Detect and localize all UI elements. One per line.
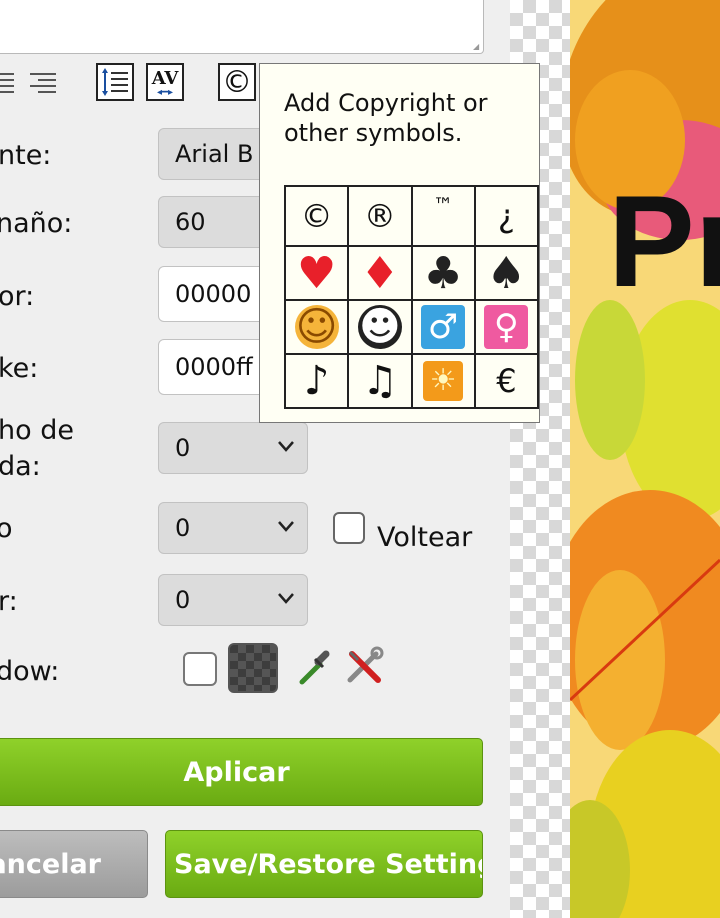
symbol-registered-glyph: ® (363, 197, 396, 235)
symbol-smiley[interactable]: ☺ (283, 299, 350, 355)
line-height-icon[interactable] (96, 63, 134, 101)
symbol-black-smiley[interactable]: ☻ (347, 299, 413, 355)
symbol-spade[interactable]: ♠ (473, 245, 540, 301)
symbol-male[interactable]: ♂ (410, 299, 476, 355)
symbol-diamond[interactable]: ♦ (347, 245, 413, 301)
symbols-grid: © ® ™ ¿ ♥ ♦ ♣ ♠ ☺ ☻ ♂ ♀ ♪ ♫ ☀ € (283, 185, 540, 409)
symbol-beamed-notes[interactable]: ♫ (347, 353, 413, 409)
stroke-width-label-line1: ho de (0, 415, 74, 446)
color-label: or: (0, 281, 35, 312)
shadow-label: dow: (0, 656, 60, 687)
rotate-select[interactable]: 0 (158, 502, 308, 554)
club-icon: ♣ (423, 247, 463, 299)
eighth-note-icon: ♪ (303, 358, 330, 404)
font-select-value: Arial B (175, 140, 254, 168)
size-label: naño: (0, 208, 73, 239)
align-justify-icon[interactable] (0, 64, 22, 102)
leaves-image (570, 0, 720, 918)
stroke-width-label-line2: da: (0, 451, 41, 482)
font-label: nte: (0, 140, 52, 171)
cancel-button-label: ancelar (0, 848, 101, 880)
shadow-color-swatch-dark[interactable] (228, 643, 278, 693)
symbols-popup: Add Copyright or other symbols. © ® ™ ¿ … (259, 63, 540, 423)
cancel-button[interactable]: ancelar (0, 830, 148, 898)
curve-select[interactable]: 0 (158, 574, 308, 626)
symbol-sun[interactable]: ☀ (410, 353, 476, 409)
black-smiley-icon: ☻ (357, 304, 402, 350)
copyright-icon[interactable]: © (218, 63, 256, 101)
chevron-down-icon (278, 521, 294, 532)
curve-label: r: (0, 586, 18, 617)
size-select-value: 60 (175, 208, 206, 236)
symbol-registered[interactable]: ® (347, 185, 413, 247)
stroke-label: ke: (0, 353, 39, 384)
tools-icon[interactable] (344, 646, 384, 686)
rotate-value: 0 (175, 514, 191, 542)
flip-label: Voltear (377, 522, 473, 553)
flip-checkbox[interactable] (333, 512, 365, 544)
spade-icon: ♠ (486, 247, 527, 299)
text-input-area[interactable]: ◢ (0, 0, 484, 54)
save-restore-button-label: Save/Restore Setting (174, 848, 483, 880)
heart-icon: ♥ (296, 247, 337, 299)
diamond-icon: ♦ (360, 247, 400, 299)
copyright-symbol: © (222, 64, 252, 100)
smiley-icon: ☺ (294, 304, 339, 350)
symbol-copyright-glyph: © (300, 197, 333, 235)
symbol-eighth-note[interactable]: ♪ (283, 353, 350, 409)
shadow-color-swatch-white[interactable] (183, 652, 217, 686)
stroke-width-select[interactable]: 0 (158, 422, 308, 474)
apply-button[interactable]: Aplicar (0, 738, 483, 806)
letter-spacing-icon[interactable]: AV ◂━▸ (146, 63, 184, 101)
symbol-heart[interactable]: ♥ (283, 245, 350, 301)
stroke-color-value: 0000ff (175, 353, 253, 381)
stroke-width-value: 0 (175, 434, 191, 462)
letter-spacing-label: AV (151, 67, 179, 89)
symbol-club[interactable]: ♣ (410, 245, 476, 301)
symbol-trademark-glyph: ™ (433, 193, 454, 217)
resize-grip-icon[interactable]: ◢ (473, 43, 481, 51)
symbol-copyright[interactable]: © (283, 185, 350, 247)
canvas-text-preview: Pr (608, 168, 720, 314)
symbol-trademark[interactable]: ™ (410, 185, 476, 247)
eyedropper-icon[interactable] (298, 646, 336, 686)
apply-button-label: Aplicar (183, 756, 290, 788)
color-input-value: 00000 (175, 280, 252, 308)
popup-description: Add Copyright or other symbols. (284, 89, 488, 147)
symbol-inverted-question[interactable]: ¿ (473, 185, 540, 247)
sun-icon: ☀ (423, 361, 464, 401)
euro-icon: € (496, 362, 517, 400)
rotate-label: o (0, 513, 13, 544)
symbol-euro[interactable]: € (473, 353, 540, 409)
symbol-inverted-question-glyph: ¿ (497, 197, 515, 235)
canvas-preview[interactable] (570, 0, 720, 918)
chevron-down-icon (278, 593, 294, 604)
chevron-down-icon (278, 441, 294, 452)
save-restore-button[interactable]: Save/Restore Setting (165, 830, 483, 898)
female-sign-icon: ♀ (484, 305, 529, 349)
symbol-female[interactable]: ♀ (473, 299, 540, 355)
curve-value: 0 (175, 586, 191, 614)
male-sign-icon: ♂ (421, 305, 466, 349)
beamed-notes-icon: ♫ (361, 358, 398, 404)
align-right-icon[interactable] (24, 64, 62, 102)
